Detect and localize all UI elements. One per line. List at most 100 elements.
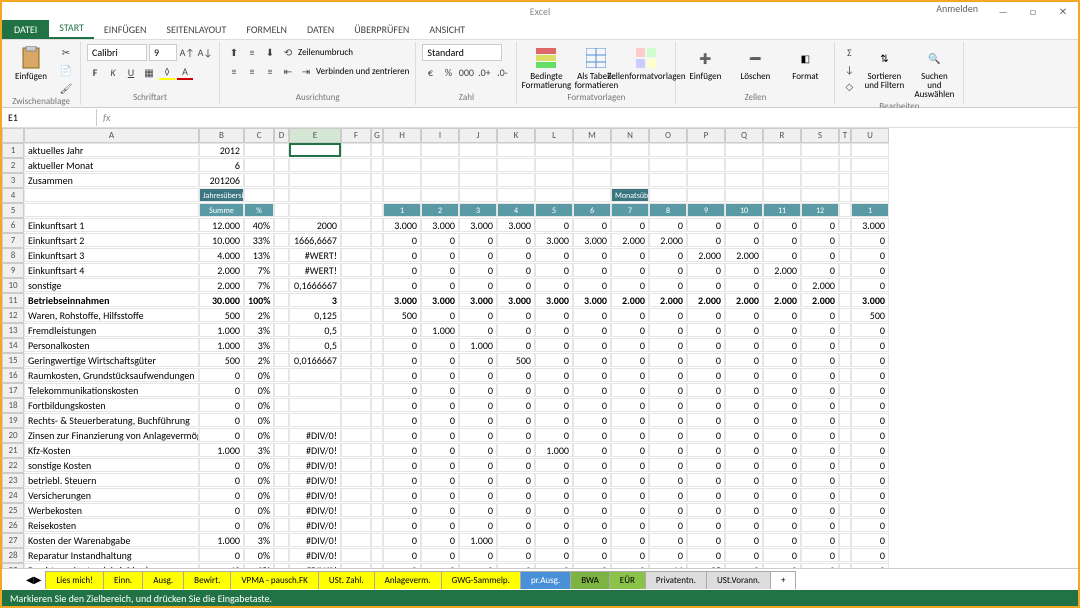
cell-Q3[interactable] — [725, 173, 763, 187]
cell-B19[interactable]: 0 — [199, 413, 244, 427]
cell-I22[interactable]: 0 — [421, 458, 459, 472]
cell-K19[interactable]: 0 — [497, 413, 535, 427]
currency-icon[interactable]: € — [422, 64, 438, 80]
spreadsheet-grid[interactable]: ABCDEFGHIJKLMNOPQRSTU1aktuelles Jahr2012… — [2, 128, 1078, 568]
cell-F23[interactable] — [341, 473, 371, 487]
bold-button[interactable]: F — [87, 64, 103, 80]
cell-B25[interactable]: 0 — [199, 503, 244, 517]
cell-M18[interactable]: 0 — [573, 398, 611, 412]
cell-D24[interactable] — [274, 488, 289, 502]
cell-F8[interactable] — [341, 248, 371, 262]
cell-S26[interactable]: 0 — [801, 518, 839, 532]
cell-D11[interactable] — [274, 293, 289, 307]
cell-J19[interactable]: 0 — [459, 413, 497, 427]
cell-H21[interactable]: 0 — [383, 443, 421, 457]
cell-M13[interactable]: 0 — [573, 323, 611, 337]
cell-O10[interactable]: 0 — [649, 278, 687, 292]
tab-seitenlayout[interactable]: SEITENLAYOUT — [156, 20, 236, 39]
cell-C22[interactable]: 0% — [244, 458, 274, 472]
cell-J12[interactable]: 0 — [459, 308, 497, 322]
cell-I9[interactable]: 0 — [421, 263, 459, 277]
cell-M1[interactable] — [573, 143, 611, 157]
cell-C15[interactable]: 2% — [244, 353, 274, 367]
cell-B23[interactable]: 0 — [199, 473, 244, 487]
cell-B11[interactable]: 30.000 — [199, 293, 244, 307]
cell-H15[interactable]: 0 — [383, 353, 421, 367]
cell-B20[interactable]: 0 — [199, 428, 244, 442]
cell-G25[interactable] — [371, 503, 383, 517]
cell-F25[interactable] — [341, 503, 371, 517]
cell-J7[interactable]: 0 — [459, 233, 497, 247]
cell-G18[interactable] — [371, 398, 383, 412]
cell-L1[interactable] — [535, 143, 573, 157]
cell-B21[interactable]: 1.000 — [199, 443, 244, 457]
cell-U6[interactable]: 3.000 — [851, 218, 889, 232]
cell-L27[interactable]: 0 — [535, 533, 573, 547]
cell-T26[interactable] — [839, 518, 851, 532]
cell-F9[interactable] — [341, 263, 371, 277]
cell-U29[interactable]: 0 — [851, 563, 889, 568]
cell-N25[interactable]: 0 — [611, 503, 649, 517]
cell-Q11[interactable]: 2.000 — [725, 293, 763, 307]
cell-D7[interactable] — [274, 233, 289, 247]
row-header-17[interactable]: 17 — [2, 383, 24, 398]
cell-T20[interactable] — [839, 428, 851, 442]
row-header-19[interactable]: 19 — [2, 413, 24, 428]
cut-icon[interactable]: ✂ — [58, 44, 74, 60]
cell-G19[interactable] — [371, 413, 383, 427]
row-header-25[interactable]: 25 — [2, 503, 24, 518]
cell-A14[interactable]: Personalkosten — [24, 338, 199, 352]
sheet-tab-UStZahl[interactable]: USt. Zahl. — [318, 571, 375, 589]
cell-M11[interactable]: 3.000 — [573, 293, 611, 307]
cell-C5[interactable]: % — [244, 203, 274, 217]
cell-D20[interactable] — [274, 428, 289, 442]
cell-E21[interactable]: #DIV/0! — [289, 443, 341, 457]
cell-F19[interactable] — [341, 413, 371, 427]
cell-P11[interactable]: 2.000 — [687, 293, 725, 307]
cell-U12[interactable]: 500 — [851, 308, 889, 322]
sheet-tab-Liesmich[interactable]: Lies mich! — [45, 571, 104, 589]
cell-H14[interactable]: 0 — [383, 338, 421, 352]
cell-M22[interactable]: 0 — [573, 458, 611, 472]
cell-U3[interactable] — [851, 173, 889, 187]
cell-P6[interactable]: 0 — [687, 218, 725, 232]
cell-Q6[interactable]: 0 — [725, 218, 763, 232]
cell-N23[interactable]: 0 — [611, 473, 649, 487]
cell-N9[interactable]: 0 — [611, 263, 649, 277]
cell-T7[interactable] — [839, 233, 851, 247]
cell-P10[interactable]: 0 — [687, 278, 725, 292]
cell-S19[interactable]: 0 — [801, 413, 839, 427]
cell-J27[interactable]: 1.000 — [459, 533, 497, 547]
row-header-11[interactable]: 11 — [2, 293, 24, 308]
sheet-tab-BWA[interactable]: BWA — [570, 571, 610, 589]
sheet-tab-prAusg[interactable]: pr.Ausg. — [520, 571, 571, 589]
cell-B26[interactable]: 0 — [199, 518, 244, 532]
sheet-tab-Einn[interactable]: Einn. — [103, 571, 143, 589]
col-header-I[interactable]: I — [421, 128, 459, 143]
cell-J15[interactable]: 0 — [459, 353, 497, 367]
cell-B10[interactable]: 2.000 — [199, 278, 244, 292]
cell-E22[interactable]: #DIV/0! — [289, 458, 341, 472]
cell-K12[interactable]: 0 — [497, 308, 535, 322]
cell-U5[interactable]: 1 — [851, 203, 889, 217]
cell-M27[interactable]: 0 — [573, 533, 611, 547]
cell-Q19[interactable]: 0 — [725, 413, 763, 427]
col-header-P[interactable]: P — [687, 128, 725, 143]
cell-C8[interactable]: 13% — [244, 248, 274, 262]
cell-J26[interactable]: 0 — [459, 518, 497, 532]
cell-O5[interactable]: 8 — [649, 203, 687, 217]
cell-U2[interactable] — [851, 158, 889, 172]
cell-R13[interactable]: 0 — [763, 323, 801, 337]
delete-button[interactable]: ➖Löschen — [732, 44, 778, 83]
cell-U14[interactable]: 0 — [851, 338, 889, 352]
cell-A19[interactable]: Rechts- & Steuerberatung, Buchführung — [24, 413, 199, 427]
cell-M5[interactable]: 6 — [573, 203, 611, 217]
cell-N27[interactable]: 0 — [611, 533, 649, 547]
cell-A6[interactable]: Einkunftsart 1 — [24, 218, 199, 232]
cell-I28[interactable]: 0 — [421, 548, 459, 562]
cell-T16[interactable] — [839, 368, 851, 382]
cell-E14[interactable]: 0,5 — [289, 338, 341, 352]
format-button[interactable]: ◧Format — [782, 44, 828, 83]
cell-S16[interactable]: 0 — [801, 368, 839, 382]
cell-E8[interactable]: #WERT! — [289, 248, 341, 262]
